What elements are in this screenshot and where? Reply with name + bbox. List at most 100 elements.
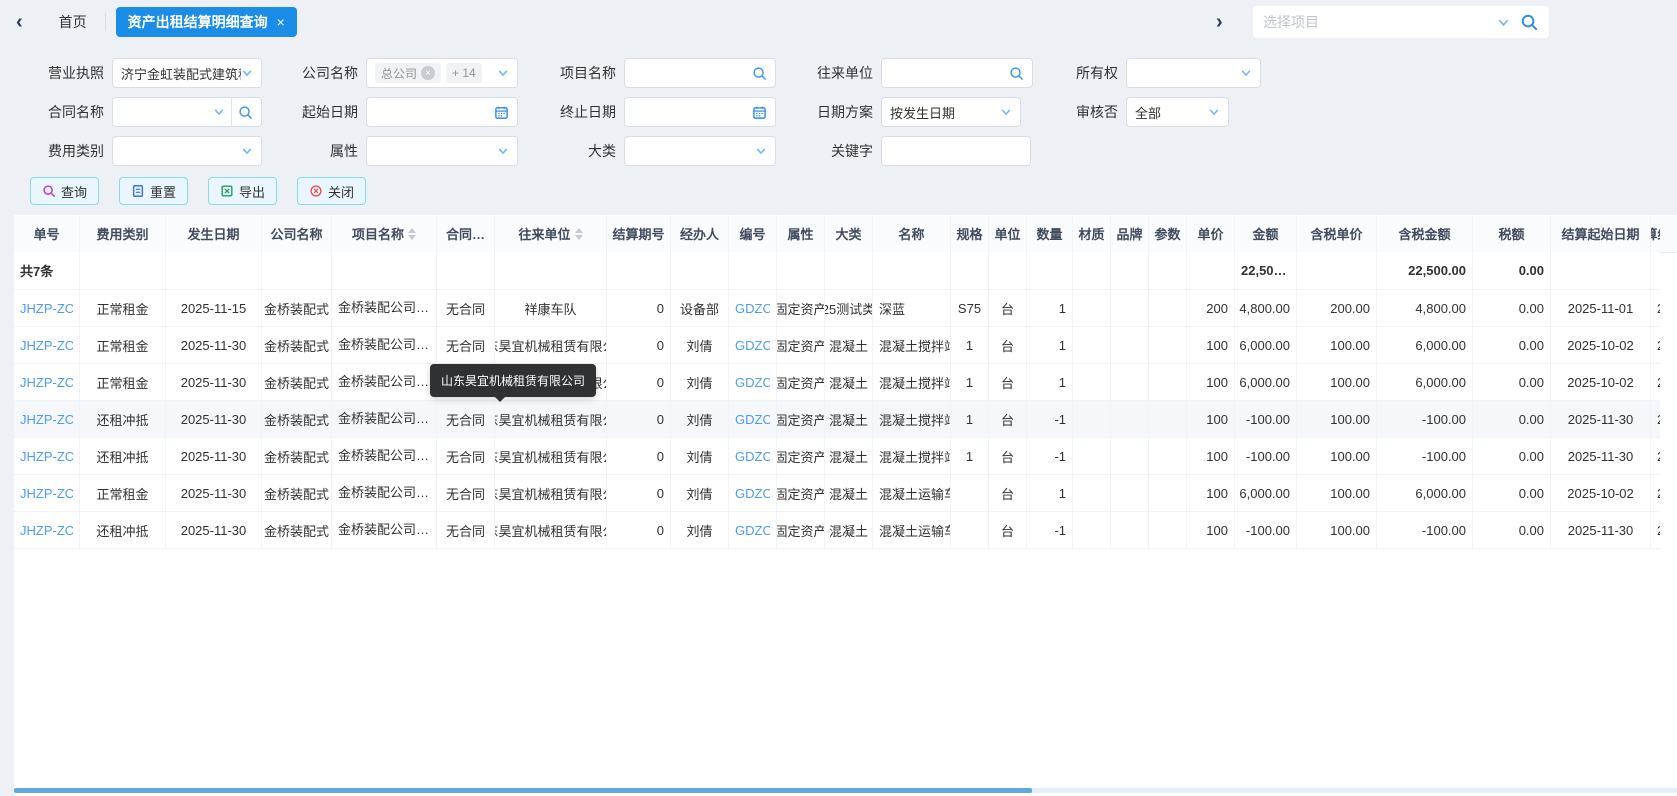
zzrq-input[interactable]	[633, 104, 752, 121]
chevron-down-icon[interactable]	[497, 67, 509, 79]
code-link[interactable]: GDZC05	[735, 449, 770, 464]
order-link[interactable]: JHZP-ZC05	[20, 338, 73, 353]
table-row[interactable]: JHZP-ZC05正常租金2025-11-15金桥装配式金桥装配公司项目无合同祥…	[14, 290, 1660, 327]
filter-rqfa-select[interactable]: 按发生日期	[881, 97, 1021, 127]
code-link[interactable]: GDZC05	[735, 412, 770, 427]
wldw-input[interactable]	[890, 65, 1009, 82]
column-header-period[interactable]: 结算期号	[607, 215, 671, 252]
home-link[interactable]: 首页	[59, 12, 87, 32]
chevron-down-icon[interactable]	[213, 106, 225, 118]
filter-shf-select[interactable]: 全部	[1126, 97, 1229, 127]
gjz-input[interactable]	[890, 143, 1022, 160]
filter-dl-select[interactable]	[624, 136, 776, 166]
code-link[interactable]: GDZC05	[735, 523, 770, 538]
order-link[interactable]: JHZP-ZC05	[20, 486, 73, 501]
reset-button[interactable]: 重置	[119, 177, 188, 205]
column-header-amount[interactable]: 金额	[1235, 215, 1297, 252]
forward-arrow-icon[interactable]: ›	[1216, 12, 1223, 32]
column-header-brand[interactable]: 品牌	[1111, 215, 1149, 252]
column-header-qty[interactable]: 数量	[1027, 215, 1073, 252]
column-header-handler[interactable]: 经办人	[671, 215, 729, 252]
table-row[interactable]: JHZP-ZC05还租冲抵2025-11-30金桥装配式金桥装配公司项目无合同山…	[14, 512, 1660, 549]
horizontal-scrollbar-thumb[interactable]	[14, 788, 1032, 793]
qsrq-input[interactable]	[375, 104, 494, 121]
close-button[interactable]: 关闭	[297, 177, 366, 205]
code-link[interactable]: GDZC05	[735, 486, 770, 501]
filter-wldw-search-input[interactable]	[881, 58, 1033, 88]
table-row[interactable]: JHZP-ZC05还租冲抵2025-11-30金桥装配式金桥装配公司项目无合同山…	[14, 438, 1660, 475]
cell-price: 200	[1187, 290, 1235, 326]
chevron-down-icon[interactable]	[1240, 67, 1252, 79]
code-link[interactable]: GDZC05	[735, 375, 770, 390]
filter-syq-select[interactable]	[1126, 58, 1261, 88]
filter-qsrq-date[interactable]	[366, 97, 518, 127]
order-link[interactable]: JHZP-ZC05	[20, 412, 73, 427]
chevron-down-icon[interactable]	[1208, 106, 1220, 118]
chevron-down-icon[interactable]	[497, 145, 509, 157]
calendar-icon[interactable]	[752, 105, 767, 120]
filter-htmc-select-search[interactable]	[112, 97, 262, 127]
cell-tax: 0.00	[1473, 327, 1551, 363]
column-header-tax[interactable]: 税额	[1473, 215, 1551, 252]
chevron-down-icon[interactable]	[755, 145, 767, 157]
column-header-order[interactable]: 单号	[14, 215, 80, 252]
column-header-taxPrice[interactable]: 含税单价	[1297, 215, 1377, 252]
column-header-company[interactable]: 公司名称	[262, 215, 332, 252]
table-scroll-viewport[interactable]: 单号费用类别发生日期公司名称项目名称合同…往来单位结算期号经办人编号属性大类名称…	[14, 215, 1660, 796]
calendar-icon[interactable]	[494, 105, 509, 120]
order-link[interactable]: JHZP-ZC05	[20, 449, 73, 464]
search-icon[interactable]	[752, 66, 767, 81]
remove-tag-icon[interactable]: ×	[421, 66, 435, 80]
chevron-down-icon[interactable]	[241, 145, 253, 157]
filter-fylb-select[interactable]	[112, 136, 262, 166]
tab-close-icon[interactable]: ×	[277, 14, 285, 30]
column-header-name[interactable]: 名称	[873, 215, 951, 252]
column-header-material[interactable]: 材质	[1073, 215, 1111, 252]
column-header-date[interactable]: 发生日期	[166, 215, 262, 252]
column-header-attr[interactable]: 属性	[777, 215, 825, 252]
chevron-down-icon[interactable]	[241, 67, 253, 79]
chevron-down-icon[interactable]	[1497, 16, 1510, 29]
query-button[interactable]: 查询	[30, 177, 99, 205]
chevron-down-icon[interactable]	[1000, 106, 1012, 118]
column-header-price[interactable]: 单价	[1187, 215, 1235, 252]
search-icon[interactable]	[1009, 66, 1024, 81]
code-link[interactable]: GDZC05	[735, 338, 770, 353]
code-link[interactable]: GDZC05	[735, 301, 770, 316]
table-row[interactable]: JHZP-ZC05正常租金2025-11-30金桥装配式金桥装配公司项目无合同山…	[14, 364, 1660, 401]
filter-sx-select[interactable]	[366, 136, 518, 166]
tab-asset-rental-settlement-query[interactable]: 资产出租结算明细查询 ×	[116, 7, 297, 37]
order-link[interactable]: JHZP-ZC05	[20, 301, 73, 316]
column-header-endDate[interactable]: 结算终止日期	[1651, 215, 1660, 252]
order-link[interactable]: JHZP-ZC05	[20, 375, 73, 390]
order-link[interactable]: JHZP-ZC05	[20, 523, 73, 538]
back-arrow-icon[interactable]: ‹	[16, 12, 23, 32]
column-header-party[interactable]: 往来单位	[495, 215, 607, 252]
column-header-cat[interactable]: 大类	[825, 215, 873, 252]
column-header-param[interactable]: 参数	[1149, 215, 1187, 252]
column-header-startDate[interactable]: 结算起始日期	[1551, 215, 1651, 252]
sort-carets-icon[interactable]	[408, 228, 416, 240]
column-header-taxAmount[interactable]: 含税金额	[1377, 215, 1473, 252]
column-header-unit[interactable]: 单位	[989, 215, 1027, 252]
table-row[interactable]: JHZP-ZC05还租冲抵2025-11-30金桥装配式金桥装配公司项目无合同山…	[14, 401, 1660, 438]
filter-gjz-input[interactable]	[881, 136, 1031, 166]
project-select[interactable]: 选择项目	[1253, 6, 1549, 38]
search-icon[interactable]	[1520, 13, 1539, 32]
column-header-spec[interactable]: 规格	[951, 215, 989, 252]
sort-carets-icon[interactable]	[575, 228, 583, 240]
filter-gsmc-tags[interactable]: 总公司×+ 14	[366, 58, 518, 88]
column-header-contract[interactable]: 合同…	[437, 215, 495, 252]
filter-yyzz-select[interactable]: 济宁金虹装配式建筑科技	[112, 58, 262, 88]
column-header-fee[interactable]: 费用类别	[80, 215, 166, 252]
column-header-project[interactable]: 项目名称	[332, 215, 437, 252]
filter-xmmc-search-input[interactable]	[624, 58, 776, 88]
table-row[interactable]: JHZP-ZC05正常租金2025-11-30金桥装配式金桥装配公司项目无合同山…	[14, 327, 1660, 364]
xmmc-input[interactable]	[633, 65, 752, 82]
horizontal-scrollbar-track[interactable]	[14, 788, 1677, 793]
search-icon[interactable]	[238, 105, 253, 120]
table-row[interactable]: JHZP-ZC05正常租金2025-11-30金桥装配式金桥装配公司项目无合同山…	[14, 475, 1660, 512]
export-button[interactable]: 导出	[208, 177, 277, 205]
filter-zzrq-date[interactable]	[624, 97, 776, 127]
column-header-code[interactable]: 编号	[729, 215, 777, 252]
